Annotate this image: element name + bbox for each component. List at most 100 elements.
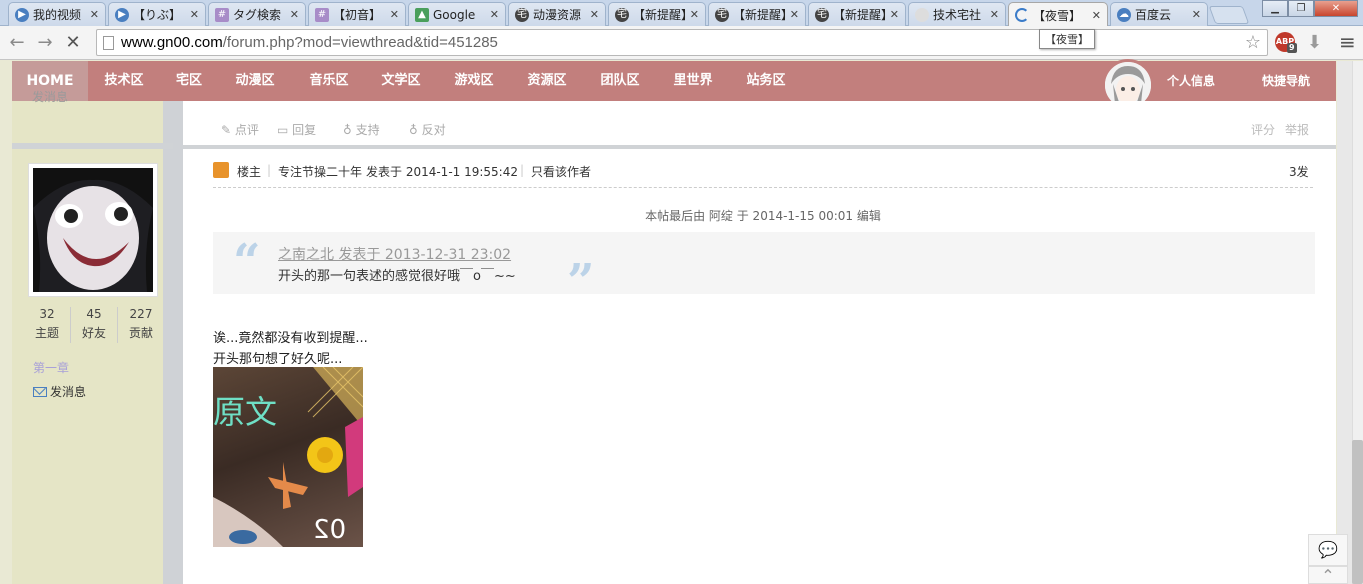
sidebar-top: 发消息 (12, 90, 173, 149)
post-image-number: 02 (313, 515, 347, 545)
play-icon: ▶ (115, 7, 129, 22)
author-rank[interactable]: 第一章 (33, 359, 69, 376)
grid-icon: # (215, 7, 229, 22)
close-icon[interactable]: ✕ (290, 8, 299, 21)
minimize-button[interactable]: ▁ (1262, 0, 1288, 17)
stop-icon[interactable]: ✕ (62, 32, 84, 53)
sidebar-top-msg[interactable]: 发消息 (32, 88, 68, 105)
only-author-link[interactable]: 只看该作者 (531, 163, 591, 180)
owner-label: 楼主 (237, 165, 262, 179)
nav-item[interactable]: 游戏区 (443, 61, 505, 101)
close-icon[interactable]: ✕ (90, 8, 99, 21)
back-to-top-icon[interactable]: ⌃ (1308, 566, 1348, 584)
close-icon[interactable]: ✕ (590, 8, 599, 21)
maximize-button[interactable]: ❐ (1288, 0, 1314, 17)
nav-quick[interactable]: 快捷导航 (1262, 61, 1310, 101)
nav-item[interactable]: 技术区 (94, 61, 154, 101)
tab-strip: ▶ 我的视频 ✕ ▶ 【りぶ】 ✕ # タグ検索 ✕ # 【初音】 ✕ ▲ Go… (0, 0, 1363, 27)
author-avatar[interactable] (28, 163, 158, 297)
site-nav: HOME 技术区 宅区 动漫区 音乐区 文学区 游戏区 资源区 团队区 里世界 … (12, 59, 1336, 111)
author-avatar-image (33, 168, 153, 292)
close-icon[interactable]: ✕ (1092, 9, 1101, 22)
forward-arrow-icon[interactable]: → (34, 32, 56, 53)
quote-close-mark: ” (567, 254, 595, 310)
post-actions: ✎ 点评 ▭ 回复 ♁ 支持 ♁ 反对 评分 举报 (183, 101, 1336, 149)
envelope-icon (33, 386, 47, 397)
stat-contrib[interactable]: 227 贡献 (118, 307, 164, 343)
adblock-icon[interactable]: ABP 9 (1275, 32, 1297, 53)
nav-item[interactable]: 文学区 (370, 61, 432, 101)
close-icon[interactable]: ✕ (690, 8, 699, 21)
play-icon: ▶ (15, 7, 29, 22)
grid-icon: # (315, 7, 329, 22)
url-text: www.gn00.com/forum.php?mod=viewthread&ti… (121, 34, 498, 51)
download-extension-icon[interactable]: ⬇ (1307, 32, 1322, 53)
quick-reply-icon[interactable]: 💬 (1308, 534, 1348, 566)
menu-icon[interactable]: ≡ (1339, 30, 1356, 54)
author-title: 专注节操二十年 (278, 165, 363, 179)
close-icon[interactable]: ✕ (390, 8, 399, 21)
close-icon[interactable]: ✕ (890, 8, 899, 21)
reply-button[interactable]: ▭ 回复 (277, 121, 316, 138)
back-arrow-icon[interactable]: ← (6, 32, 28, 53)
thread-owner-icon (213, 162, 229, 178)
comment-button[interactable]: ✎ 点评 (221, 121, 259, 138)
new-tab-button[interactable] (1208, 6, 1250, 24)
browser-tab[interactable]: 宅 【新提醒】 ✕ (708, 2, 806, 26)
nav-item[interactable]: 宅区 (162, 61, 216, 101)
adblock-badge: 9 (1287, 43, 1297, 53)
site-icon: 宅 (815, 7, 829, 22)
author-stats: 32 主题 45 好友 227 贡献 (24, 307, 164, 343)
floor-number[interactable]: 3发 (1289, 163, 1309, 180)
browser-tab[interactable]: ▶ 我的视频 ✕ (8, 2, 106, 26)
browser-tab[interactable]: ▶ 【りぶ】 ✕ (108, 2, 206, 26)
nav-item[interactable]: 资源区 (516, 61, 578, 101)
send-message-link[interactable]: 发消息 (33, 383, 86, 400)
browser-tab[interactable]: 宅 【新提醒】 ✕ (808, 2, 906, 26)
nav-item[interactable]: 里世界 (662, 61, 724, 101)
post-line: 开头那句想了好久呢... (213, 352, 343, 367)
author-sidebar: 发消息 32 主题 45 好友 227 贡献 第一章 发消息 (12, 90, 173, 584)
rate-button[interactable]: 评分 (1251, 121, 1275, 138)
nav-item[interactable]: 站务区 (735, 61, 797, 101)
post-time: 发表于 2014-1-1 19:55:42 (366, 165, 518, 179)
browser-tab[interactable]: # タグ検索 ✕ (208, 2, 306, 26)
nav-profile[interactable]: 个人信息 (1167, 61, 1215, 101)
post-line: 诶...竟然都没有收到提醒... (213, 331, 368, 346)
quote-source-link[interactable]: 之南之北 发表于 2013-12-31 23:02 (278, 244, 511, 264)
browser-tab[interactable]: ▲ Google ✕ (408, 2, 506, 26)
meta-separator: | (267, 163, 272, 177)
browser-tab[interactable]: 宅 【新提醒】 ✕ (608, 2, 706, 26)
browser-tab[interactable]: 宅 动漫资源 ✕ (508, 2, 606, 26)
edit-note: 本帖最后由 阿绽 于 2014-1-15 00:01 编辑 (645, 209, 881, 223)
bookmark-star-icon[interactable]: ☆ (1245, 32, 1261, 53)
report-button[interactable]: 举报 (1285, 121, 1309, 138)
post-image[interactable]: 原文 02 (213, 367, 363, 547)
oppose-button[interactable]: ♁ 反对 (409, 121, 446, 138)
close-icon[interactable]: ✕ (790, 8, 799, 21)
stat-threads[interactable]: 32 主题 (24, 307, 71, 343)
site-icon: 宅 (515, 7, 529, 22)
stat-friends[interactable]: 45 好友 (71, 307, 118, 343)
meta-separator: | (520, 163, 525, 177)
browser-tab[interactable]: # 【初音】 ✕ (308, 2, 406, 26)
browser-toolbar: ← → ✕ www.gn00.com/forum.php?mod=viewthr… (0, 26, 1363, 60)
close-icon[interactable]: ✕ (490, 8, 499, 21)
loading-icon (1015, 8, 1029, 22)
nav-item[interactable]: 动漫区 (224, 61, 286, 101)
quote-block: “ 之南之北 发表于 2013-12-31 23:02 开头的那一句表述的感觉很… (213, 232, 1315, 310)
map-icon: ▲ (415, 7, 429, 22)
nav-item[interactable]: 团队区 (589, 61, 651, 101)
close-icon[interactable]: ✕ (190, 8, 199, 21)
column-divider (173, 101, 183, 584)
support-button[interactable]: ♁ 支持 (343, 121, 380, 138)
browser-tab-active[interactable]: 【夜雪】 ✕ (1008, 2, 1108, 27)
browser-tab[interactable]: 技术宅社 ✕ (908, 2, 1006, 26)
close-icon[interactable]: ✕ (990, 8, 999, 21)
browser-tab[interactable]: ☁ 百度云 ✕ (1110, 2, 1208, 26)
nav-item[interactable]: 音乐区 (298, 61, 360, 101)
post-content: ✎ 点评 ▭ 回复 ♁ 支持 ♁ 反对 评分 举报 楼主 | 专注节操二十年 发… (183, 101, 1336, 584)
close-icon[interactable]: ✕ (1192, 8, 1201, 21)
window-close-button[interactable]: ✕ (1314, 0, 1358, 17)
scrollbar-thumb[interactable] (1352, 440, 1363, 584)
